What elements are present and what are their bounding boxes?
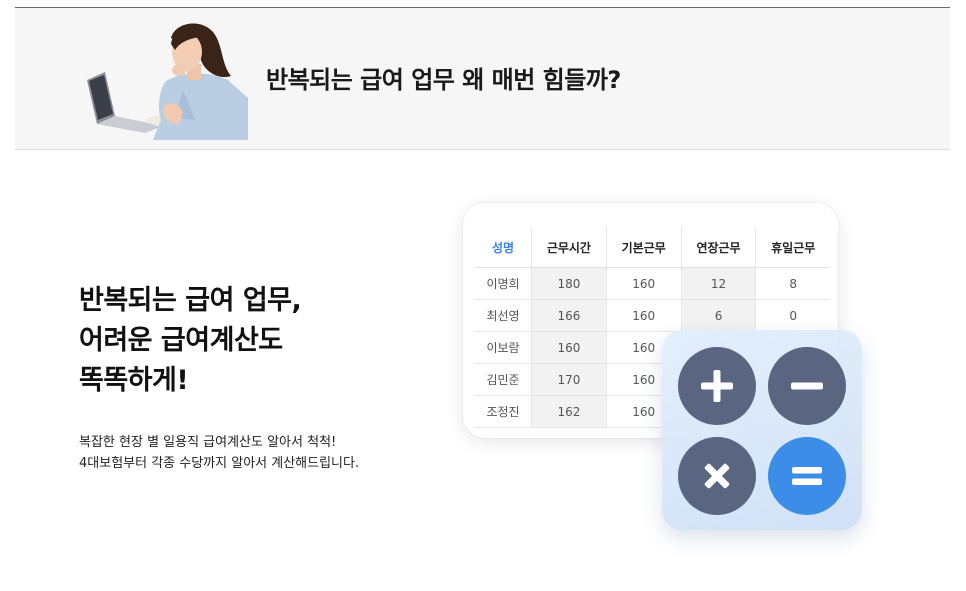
minus-icon bbox=[791, 382, 823, 390]
table-cell: 8 bbox=[755, 267, 830, 300]
banner-title: 반복되는 급여 업무 왜 매번 힘들까? bbox=[266, 66, 621, 94]
equals-button bbox=[768, 437, 846, 515]
hero-title-line: 똑똑하게! bbox=[79, 365, 189, 396]
table-cell: 160 bbox=[531, 331, 607, 364]
hero-title-line: 어려운 급여계산도 bbox=[79, 325, 283, 356]
woman-with-laptop-illustration bbox=[87, 23, 248, 140]
hero-title-line: 반복되는 급여 업무, bbox=[79, 285, 302, 316]
top-banner: 반복되는 급여 업무 왜 매번 힘들까? bbox=[15, 7, 950, 150]
hero-description-line: 4대보험부터 각종 수당까지 알아서 계산해드립니다. bbox=[79, 456, 360, 471]
table-header-row: 성명 근무시간 기본근무 연장근무 휴일근무 bbox=[475, 227, 830, 268]
column-header-name: 성명 bbox=[475, 227, 532, 268]
minus-button bbox=[768, 347, 846, 425]
table-cell: 170 bbox=[531, 363, 607, 396]
table-cell: 180 bbox=[531, 267, 607, 300]
table-cell: 162 bbox=[531, 395, 607, 428]
table-cell: 166 bbox=[531, 299, 607, 332]
table-row: 이명희 180 160 12 8 bbox=[475, 267, 830, 300]
plus-button bbox=[678, 347, 756, 425]
column-header-overtime: 연장근무 bbox=[681, 227, 757, 268]
multiply-icon bbox=[704, 463, 730, 489]
hero-title: 반복되는 급여 업무, 어려운 급여계산도 똑똑하게! bbox=[79, 281, 302, 401]
calculator-card bbox=[662, 330, 862, 530]
hero-description: 복잡한 현장 별 일용직 급여계산도 알아서 척척! 4대보험부터 각종 수당까… bbox=[79, 432, 359, 474]
table-cell: 160 bbox=[606, 267, 682, 300]
table-cell: 6 bbox=[681, 299, 757, 332]
hero-description-line: 복잡한 현장 별 일용직 급여계산도 알아서 척척! bbox=[79, 435, 337, 450]
table-row: 최선영 166 160 6 0 bbox=[475, 299, 830, 332]
table-cell: 이보람 bbox=[475, 331, 532, 364]
multiply-button bbox=[678, 437, 756, 515]
plus-icon bbox=[701, 370, 733, 402]
table-cell: 160 bbox=[606, 299, 682, 332]
column-header-basic-work: 기본근무 bbox=[606, 227, 682, 268]
table-cell: 이명희 bbox=[475, 267, 532, 300]
table-cell: 최선영 bbox=[475, 299, 532, 332]
equals-icon bbox=[792, 467, 822, 485]
table-cell: 조정진 bbox=[475, 395, 532, 428]
table-cell: 12 bbox=[681, 267, 757, 300]
column-header-holiday-work: 휴일근무 bbox=[755, 227, 830, 268]
column-header-work-hours: 근무시간 bbox=[531, 227, 607, 268]
table-cell: 0 bbox=[755, 299, 830, 332]
table-cell: 김민준 bbox=[475, 363, 532, 396]
